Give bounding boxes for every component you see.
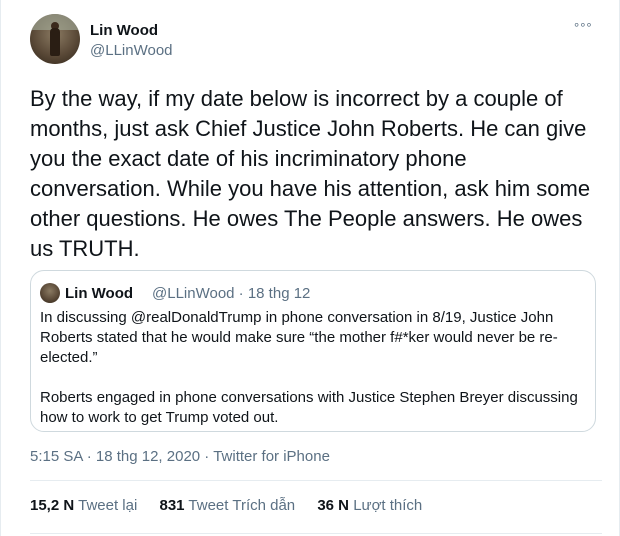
tweet-text: By the way, if my date below is incorrec…: [30, 86, 591, 261]
retweets-stat[interactable]: 15,2 N Tweet lại: [30, 497, 137, 514]
likes-label: Lượt thích: [353, 497, 423, 514]
tweet-timestamp[interactable]: 5:15 SA · 18 thg 12, 2020 · Twitter for …: [30, 448, 330, 465]
left-border: [0, 0, 1, 536]
quoted-tweet[interactable]: Lin Wood @LLinWood · 18 thg 12 In discus…: [30, 270, 596, 432]
quotes-label: Tweet Trích dẫn: [188, 497, 296, 514]
quoted-meta: @LLinWood · 18 thg 12: [152, 285, 311, 302]
more-options-icon[interactable]: °°°: [574, 20, 593, 35]
quotes-count: 831: [159, 497, 185, 514]
quoted-author-name: Lin Wood: [65, 285, 134, 302]
avatar[interactable]: [30, 14, 80, 64]
engagement-stats: 15,2 N Tweet lại 831 Tweet Trích dẫn 36 …: [30, 497, 440, 514]
author-name[interactable]: Lin Wood: [90, 22, 158, 39]
author-handle[interactable]: @LLinWood: [90, 42, 173, 59]
retweets-label: Tweet lại: [78, 497, 138, 514]
quoted-paragraph: Roberts engaged in phone conversations w…: [40, 389, 578, 426]
likes-stat[interactable]: 36 N Lượt thích: [317, 497, 422, 514]
avatar-figure-body: [50, 28, 60, 56]
divider: [30, 533, 602, 534]
quotes-stat[interactable]: 831 Tweet Trích dẫn: [159, 497, 295, 514]
quoted-paragraph: In discussing @realDonaldTrump in phone …: [40, 309, 558, 366]
quoted-avatar: [40, 283, 60, 303]
retweets-count: 15,2 N: [30, 497, 75, 514]
quoted-text: In discussing @realDonaldTrump in phone …: [40, 308, 580, 428]
tweet-page: Lin Wood @LLinWood °°° By the way, if my…: [0, 0, 620, 536]
likes-count: 36 N: [317, 497, 350, 514]
divider: [30, 480, 602, 481]
